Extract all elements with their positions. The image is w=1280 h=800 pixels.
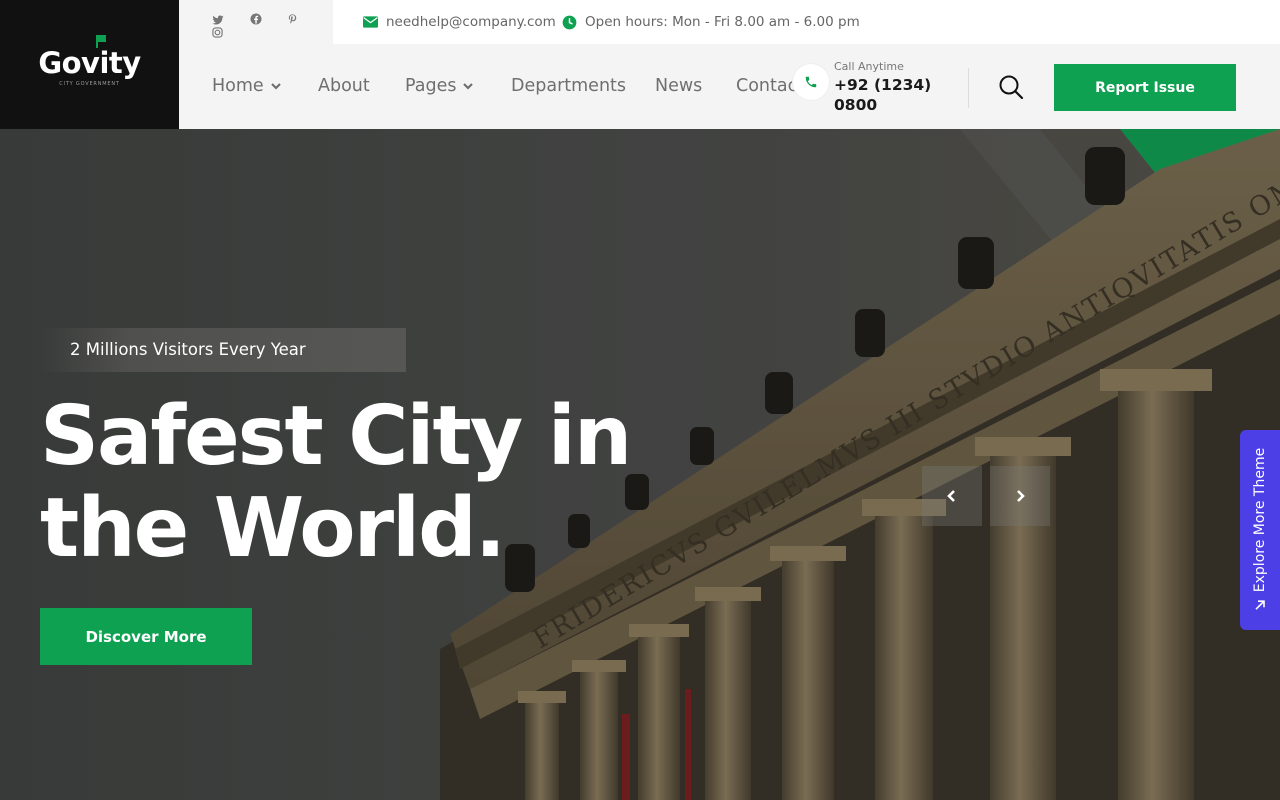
chevron-right-icon — [1017, 490, 1025, 502]
phone-icon — [793, 64, 829, 100]
email-contact[interactable]: needhelp@company.com — [363, 14, 556, 30]
hero-headline: Safest City in the World. — [40, 391, 660, 575]
arrow-up-right-icon — [1255, 600, 1265, 610]
logo-block[interactable]: Govity CITY GOVERNMENT — [0, 0, 179, 129]
chevron-down-icon — [270, 83, 281, 90]
instagram-icon[interactable] — [212, 23, 224, 38]
visitors-badge: 2 Millions Visitors Every Year — [40, 328, 406, 372]
explore-label: Explore More Theme — [1252, 447, 1268, 593]
call-label: Call Anytime — [834, 60, 904, 73]
clock-icon — [562, 15, 577, 29]
hero-slider: FRIDERICVS GVILELMVS III STVDIO ANTIQVIT… — [0, 129, 1280, 800]
hours-text: Open hours: Mon - Fri 8.00 am - 6.00 pm — [585, 14, 860, 30]
mail-icon — [363, 16, 378, 28]
visitors-badge-text: 2 Millions Visitors Every Year — [70, 340, 306, 359]
flag-icon — [96, 35, 107, 48]
logo-tagline: CITY GOVERNMENT — [59, 81, 120, 87]
call-anytime[interactable]: Call Anytime +92 (1234) 0800 — [793, 60, 943, 116]
prev-slide-button[interactable] — [922, 466, 982, 526]
phone-number: +92 (1234) 0800 — [834, 75, 944, 115]
explore-more-theme-tab[interactable]: Explore More Theme — [1240, 430, 1280, 630]
phone-number-line2: 0800 — [834, 96, 878, 114]
pinterest-icon[interactable] — [287, 10, 299, 24]
nav-label: About — [318, 76, 370, 96]
facebook-icon[interactable] — [250, 10, 262, 25]
nav-label: Departments — [511, 76, 627, 96]
nav-label: News — [655, 76, 703, 96]
discover-more-button[interactable]: Discover More — [40, 608, 252, 665]
nav-label: Pages — [405, 76, 457, 96]
nav-label: Contact — [736, 76, 796, 96]
nav-label: Home — [212, 76, 264, 96]
chevron-left-icon — [947, 490, 955, 502]
hero-headline-line1: Safest City in — [40, 389, 632, 484]
header-divider — [968, 68, 969, 108]
next-slide-button[interactable] — [990, 466, 1050, 526]
report-issue-button[interactable]: Report Issue — [1054, 64, 1236, 111]
phone-number-line1: +92 (1234) — [834, 76, 932, 94]
logo-wordmark: Govity — [38, 35, 141, 80]
social-links — [212, 10, 312, 40]
hero-headline-line2: the World. — [40, 481, 506, 576]
search-icon[interactable] — [998, 74, 1024, 100]
twitter-icon[interactable] — [212, 11, 224, 25]
chevron-down-icon — [463, 83, 474, 90]
email-text: needhelp@company.com — [386, 14, 556, 30]
hours-info: Open hours: Mon - Fri 8.00 am - 6.00 pm — [562, 14, 860, 30]
nav-item-contact[interactable]: Contact — [736, 76, 796, 100]
